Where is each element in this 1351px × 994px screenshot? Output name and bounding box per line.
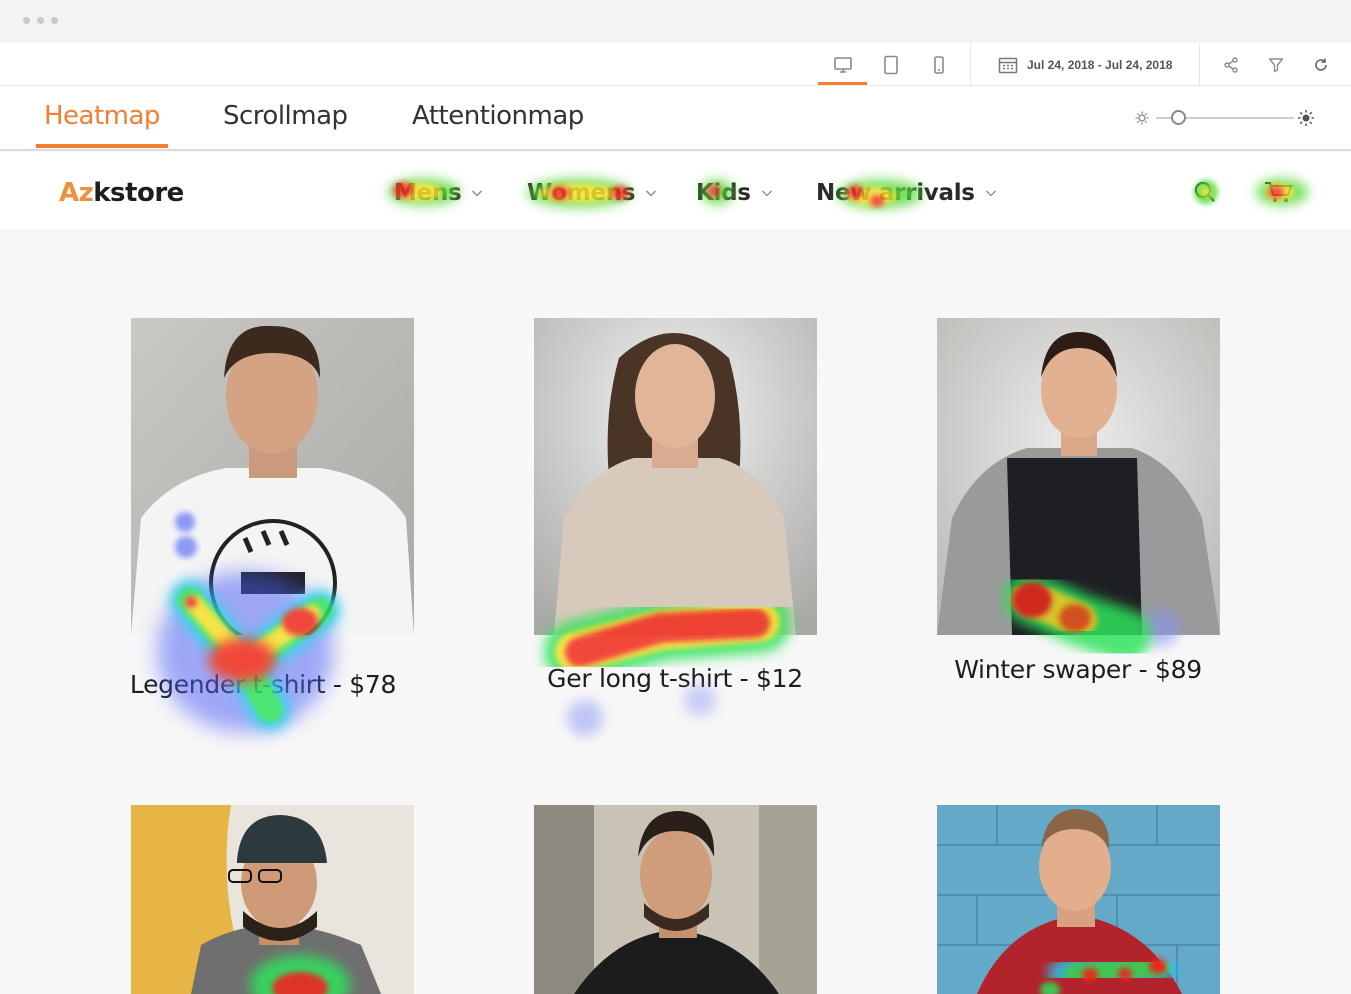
product-caption[interactable]: Legender t-shirt - $78 — [53, 670, 473, 699]
active-device-indicator — [818, 82, 867, 85]
search-icon[interactable] — [1193, 180, 1217, 204]
tab-heatmap[interactable]: Heatmap — [44, 101, 160, 131]
toolbar: Jul 24, 2018 - Jul 24, 2018 — [0, 43, 1351, 86]
nav-item-womens[interactable]: Womens — [527, 180, 657, 206]
tab-scrollmap[interactable]: Scrollmap — [223, 101, 348, 131]
desktop-view-button[interactable] — [824, 43, 862, 86]
calendar-icon — [998, 57, 1018, 73]
app-window: Jul 24, 2018 - Jul 24, 2018 Heatmap Scro… — [0, 0, 1351, 994]
window-dot — [23, 17, 30, 24]
product-image[interactable] — [937, 318, 1220, 635]
chevron-down-icon — [761, 190, 772, 197]
chevron-down-icon — [646, 190, 657, 197]
mobile-icon — [934, 55, 944, 74]
share-icon — [1224, 56, 1238, 73]
brightness-low-icon — [1135, 111, 1149, 125]
nav-item-kids[interactable]: Kids — [696, 180, 773, 206]
logo-accent: Az — [59, 178, 94, 208]
store-header: Azkstore Mens Womens Kids New arrivals — [0, 152, 1351, 229]
nav-item-label: Womens — [527, 180, 636, 206]
desktop-icon — [834, 56, 852, 73]
tab-attentionmap[interactable]: Attentionmap — [412, 101, 584, 131]
chevron-down-icon — [985, 190, 996, 197]
logo-text: kstore — [93, 178, 184, 208]
product-image[interactable] — [937, 805, 1220, 994]
refresh-button[interactable] — [1306, 43, 1336, 86]
date-range-label: Jul 24, 2018 - Jul 24, 2018 — [1027, 57, 1173, 72]
product-caption[interactable]: Winter swaper - $89 — [868, 655, 1288, 684]
active-tab-indicator — [36, 144, 168, 148]
filter-button[interactable] — [1261, 43, 1291, 86]
nav-item-label: Kids — [696, 180, 751, 206]
date-range-picker[interactable]: Jul 24, 2018 - Jul 24, 2018 — [998, 43, 1172, 86]
nav-item-label: Mens — [394, 180, 462, 206]
product-caption[interactable]: Ger long t-shirt - $12 — [465, 664, 885, 693]
product-image[interactable] — [534, 805, 817, 994]
toolbar-divider — [970, 43, 971, 86]
map-tabs: Heatmap Scrollmap Attentionmap — [0, 86, 1351, 151]
tablet-icon — [884, 55, 898, 74]
window-dot — [51, 17, 58, 24]
nav-item-new-arrivals[interactable]: New arrivals — [816, 180, 997, 206]
share-button[interactable] — [1216, 43, 1246, 86]
filter-icon — [1268, 57, 1284, 72]
product-image[interactable] — [131, 805, 414, 994]
window-dot — [37, 17, 44, 24]
product-image[interactable] — [534, 318, 817, 635]
refresh-icon — [1315, 58, 1327, 71]
nav-item-label: New arrivals — [816, 180, 975, 206]
chevron-down-icon — [472, 190, 483, 197]
tablet-view-button[interactable] — [872, 43, 910, 86]
nav-item-mens[interactable]: Mens — [394, 180, 483, 206]
toolbar-divider — [1199, 43, 1200, 86]
cart-icon[interactable] — [1264, 180, 1294, 204]
mobile-view-button[interactable] — [920, 43, 958, 86]
intensity-slider-handle[interactable] — [1171, 110, 1186, 125]
store-logo[interactable]: Azkstore — [59, 178, 184, 208]
title-bar — [0, 0, 1351, 43]
product-image[interactable] — [131, 318, 414, 635]
brightness-high-icon — [1298, 110, 1314, 126]
